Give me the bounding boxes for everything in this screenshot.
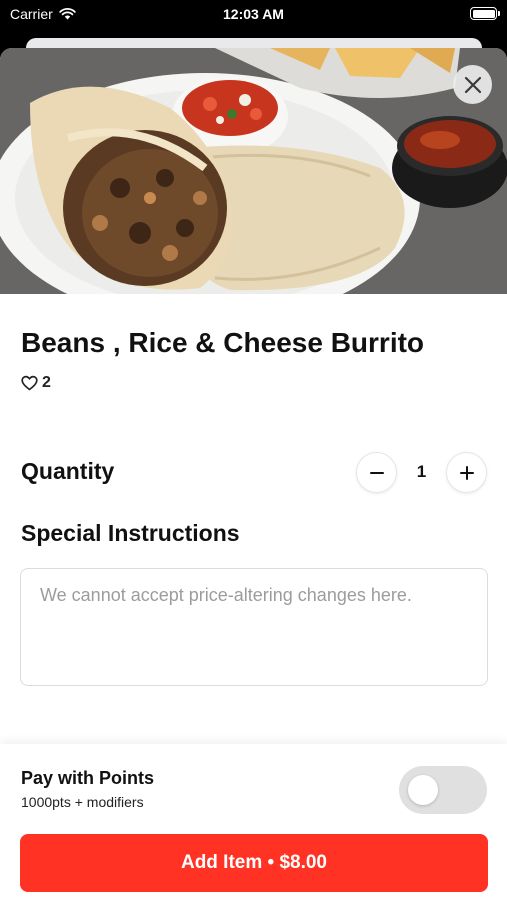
pay-with-points-toggle[interactable] bbox=[399, 766, 487, 814]
quantity-label: Quantity bbox=[21, 458, 115, 484]
close-icon bbox=[464, 76, 481, 93]
item-sheet: Beans , Rice & Cheese Burrito 2 Quantity… bbox=[0, 48, 507, 900]
screen: Carrier 12:03 AM Beans , Rice & Cheese B… bbox=[0, 0, 507, 900]
close-button[interactable] bbox=[453, 65, 492, 104]
burrito-photo bbox=[0, 48, 507, 294]
plus-icon bbox=[459, 465, 474, 480]
increase-quantity-button[interactable] bbox=[446, 452, 487, 493]
status-time: 12:03 AM bbox=[223, 6, 284, 22]
status-bar: Carrier 12:03 AM bbox=[0, 0, 507, 28]
battery-icon bbox=[470, 7, 500, 20]
special-instructions-input[interactable] bbox=[20, 568, 488, 686]
heart-icon bbox=[21, 375, 38, 391]
item-title: Beans , Rice & Cheese Burrito bbox=[21, 327, 425, 358]
decrease-quantity-button[interactable] bbox=[356, 452, 397, 493]
checkout-panel: Pay with Points 1000pts + modifiers Add … bbox=[0, 744, 507, 900]
likes-counter[interactable]: 2 bbox=[21, 374, 51, 392]
points-cost-label: 1000pts + modifiers bbox=[21, 794, 144, 810]
minus-icon bbox=[369, 471, 384, 474]
pay-with-points-label: Pay with Points bbox=[21, 768, 155, 788]
toggle-knob bbox=[408, 775, 438, 805]
special-instructions-label: Special Instructions bbox=[21, 520, 240, 546]
quantity-value: 1 bbox=[416, 462, 427, 481]
likes-count: 2 bbox=[42, 374, 51, 391]
add-item-button[interactable]: Add Item • $8.00 bbox=[20, 834, 488, 892]
